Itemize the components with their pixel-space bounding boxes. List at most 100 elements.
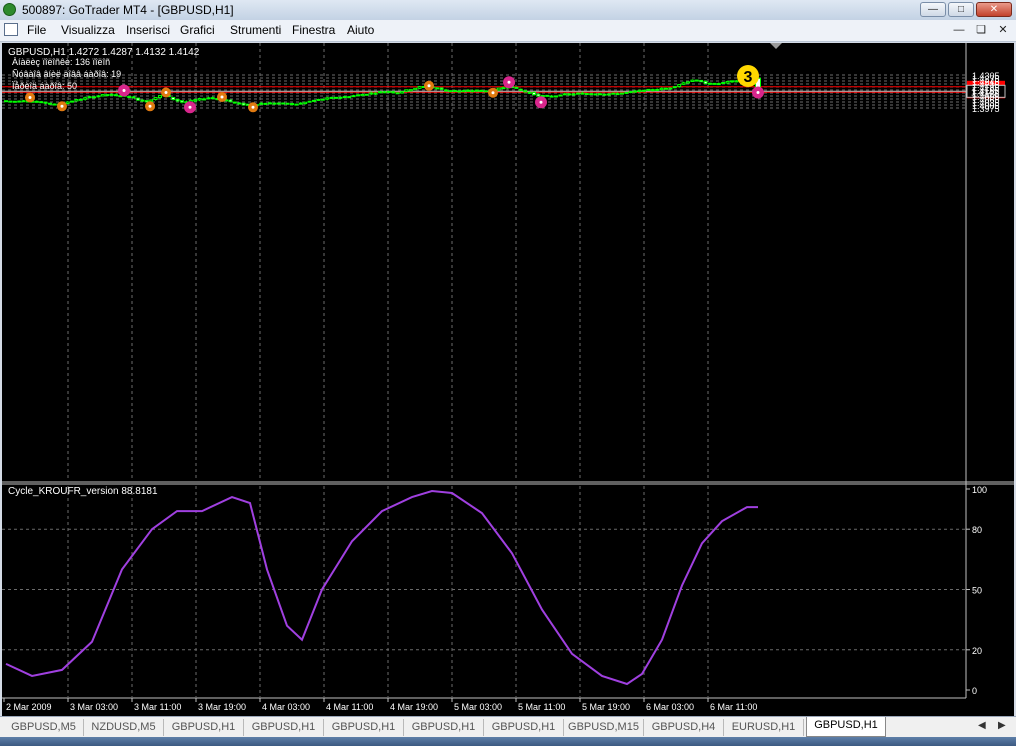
menu-file[interactable]: File [27,23,46,37]
candle-body [479,89,484,92]
tab-chart[interactable]: NZDUSD,M5 [84,719,164,736]
app-icon [3,3,16,16]
candle-body [338,96,343,99]
candle-body [571,93,576,96]
time-tick-label: 5 Mar 03:00 [454,702,502,712]
candle-body [646,88,651,91]
tab-chart[interactable]: GBPUSD,H1 [484,719,564,736]
candle-body [263,102,268,105]
candle-body [8,100,13,103]
time-tick-label: 5 Mar 11:00 [518,702,565,712]
child-close-button[interactable]: ✕ [994,22,1012,38]
candle-body [650,89,655,92]
menu-grafici[interactable]: Grafici [180,23,215,37]
candle-body [558,94,563,97]
candle-body [413,87,418,91]
candle-body [598,93,602,96]
candle-body [52,103,57,106]
candle-body [100,94,105,97]
candle-body [417,86,422,89]
chart-window[interactable]: 1.41871.41321.4142 1.43051.42751.42451.4… [2,43,1014,716]
candle-body [140,99,145,102]
candle-body [312,99,316,102]
candle-body [259,102,264,105]
candle-body [369,92,374,95]
candle-body [294,103,299,106]
candle-body [202,98,206,101]
candle-body [241,102,246,106]
candle-body [725,80,730,84]
candle-body [303,101,308,105]
candle-body [21,100,26,103]
chart-window-icon[interactable] [4,23,18,36]
info-line-1: Àíàëèç ïîëîñêè: 136 ïîëîñ [12,57,110,67]
tab-chart[interactable]: GBPUSD,M5 [4,719,84,736]
menu-inserisci[interactable]: Inserisci [126,23,170,37]
candle-body [373,92,378,95]
candle-body [17,100,22,103]
maximize-button[interactable]: □ [948,2,974,17]
tab-chart[interactable]: EURUSD,H1 [724,719,804,736]
tab-chart[interactable]: GBPUSD,H1 [404,719,484,736]
indicator-tick-label: 50 [972,586,982,596]
candle-body [593,93,598,96]
candle-body [694,79,699,82]
candle-body [342,96,347,99]
tab-chart[interactable]: GBPUSD,H1 [164,719,244,736]
child-restore-button[interactable]: ❏ [972,22,990,38]
candle-body [307,100,312,103]
candle-body [672,86,677,89]
signal-marker-dot [60,104,64,108]
candle-body [628,91,633,94]
time-tick-label: 4 Mar 11:00 [326,702,373,712]
signal-marker-dot [427,84,431,88]
tab-scroll-right-icon[interactable]: ▶ [998,720,1006,731]
candle-body [514,86,519,89]
signal-marker-dot [220,95,224,99]
candle-body [589,93,594,96]
close-button[interactable]: ✕ [976,2,1012,17]
candle-body [316,98,321,101]
tab-chart[interactable]: GBPUSD,H1 [324,719,404,736]
signal-marker-dot [28,96,32,99]
menu-finestra[interactable]: Finestra [292,23,335,37]
tab-chart[interactable]: GBPUSD,M15 [564,719,644,736]
candle-body [105,94,110,97]
tab-scroll-left-icon[interactable]: ◀ [978,720,986,731]
candle-body [518,88,523,91]
candle-body [624,91,629,94]
candle-body [668,87,673,90]
candle-body [404,89,409,92]
menu-visualizza[interactable]: Visualizza [61,23,115,37]
candle-body [452,89,457,92]
candle-body [193,99,198,102]
candle-body [237,102,242,105]
candle-body [620,92,624,95]
candle-body [70,100,74,103]
candle-body [716,83,721,86]
menu-strumenti[interactable]: Strumenti [230,23,281,37]
signal-marker-dot [251,105,255,109]
candle-body [444,89,448,92]
candle-body [466,89,470,92]
child-minimize-button[interactable]: — [950,22,968,38]
candle-body [74,99,79,102]
candle-body [527,91,532,94]
candle-body [734,80,739,83]
tab-chart[interactable]: GBPUSD,H4 [644,719,724,736]
candle-body [43,101,48,104]
menu-aiuto[interactable]: Aiuto [347,23,374,37]
indicator-tick-label: 100 [972,485,987,495]
signal-marker-dot [148,104,152,108]
tab-chart[interactable]: GBPUSD,H1 [806,717,886,737]
candle-body [576,92,580,95]
candle-body [602,93,607,96]
candle-body [681,82,686,85]
price-chart[interactable]: 1.41871.41321.4142 1.43051.42751.42451.4… [2,43,1014,716]
candle-body [78,98,83,101]
minimize-button[interactable]: — [920,2,946,17]
candle-body [708,82,712,85]
candle-body [686,81,690,84]
signal-marker-dot [188,105,192,109]
tab-chart[interactable]: GBPUSD,H1 [244,719,324,736]
